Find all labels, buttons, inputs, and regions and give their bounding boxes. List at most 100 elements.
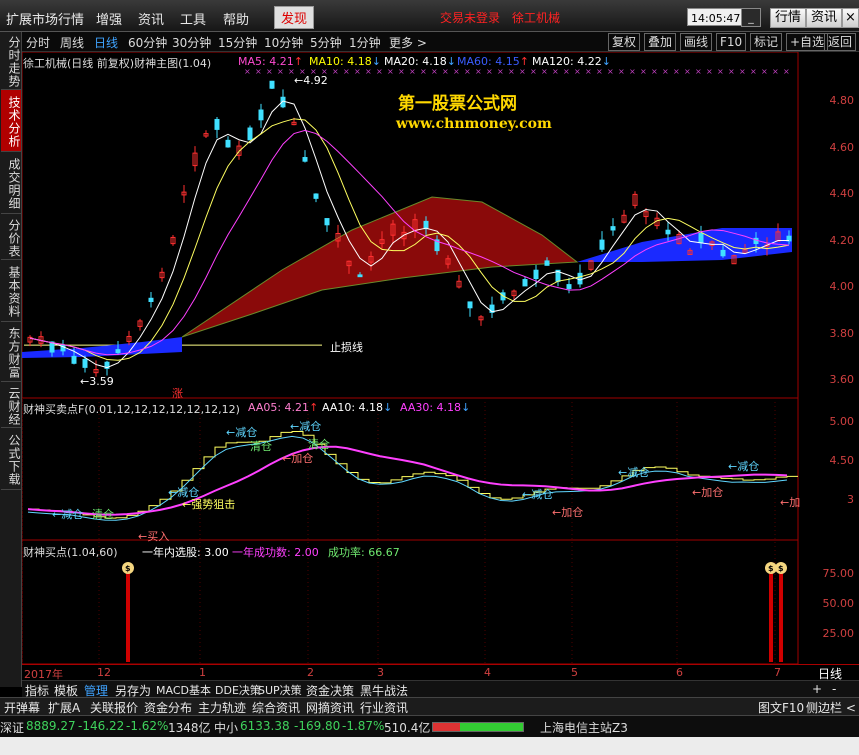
sub1-y-tick: 5.00 xyxy=(829,415,855,428)
macd-button[interactable]: MACD基本 xyxy=(156,682,211,698)
f10-graphic-button[interactable]: 图文F10 xyxy=(758,699,804,716)
marker-x: × xyxy=(651,67,658,76)
marker-x: × xyxy=(475,67,482,76)
marker-x: × xyxy=(244,67,251,76)
add-annotation: ←加仓 xyxy=(692,486,724,499)
candle-body xyxy=(225,139,231,148)
marker-x: × xyxy=(673,67,680,76)
period-intraday[interactable]: 分时 xyxy=(26,34,50,51)
main-y-tick: 4.20 xyxy=(829,234,855,247)
marker-x: × xyxy=(420,67,427,76)
x-tick-month: 6 xyxy=(676,666,683,679)
main-y-tick: 4.80 xyxy=(829,94,855,107)
menu-help[interactable]: 帮助 xyxy=(223,9,249,28)
period-daily[interactable]: 日线 xyxy=(94,34,118,51)
clear-annotation: 清仓 xyxy=(92,508,114,521)
marker-x: × xyxy=(772,67,779,76)
f10-button[interactable]: F10 xyxy=(716,33,747,51)
server-name: 上海电信主站Z3 xyxy=(540,721,628,735)
marker-x: × xyxy=(750,67,757,76)
index2-pct: -1.87% xyxy=(342,719,385,733)
x-tick-month: 3 xyxy=(377,666,384,679)
sidebar-toggle-button[interactable]: 侧边栏 < xyxy=(806,699,856,716)
candle-body xyxy=(258,109,264,121)
high-price-label: ←4.92 xyxy=(294,74,328,87)
marker-x: × xyxy=(596,67,603,76)
sidebar-tab-trades[interactable]: 成交明细 xyxy=(1,152,21,214)
index1-name: 深证 xyxy=(0,721,25,735)
marker-x: × xyxy=(761,67,768,76)
marker-x: × xyxy=(387,67,394,76)
quote-button[interactable]: 行情 xyxy=(770,8,807,28)
minimize-button[interactable]: _ xyxy=(741,8,761,27)
sidebar-tab-intraday[interactable]: 分时走势 xyxy=(1,32,21,90)
stop-loss-label: 止损线 xyxy=(330,341,363,354)
sidebar-tab-eastmoney[interactable]: 东方财富 xyxy=(1,322,21,382)
menu-extended-market[interactable]: 扩展市场行情 xyxy=(6,9,84,28)
x-tick-month: 12 xyxy=(97,666,111,679)
buy-annotation: ←买入 xyxy=(138,530,170,543)
candle-body xyxy=(82,358,88,368)
buy-signal-bar xyxy=(126,572,130,662)
marker-x: × xyxy=(343,67,350,76)
period-5min[interactable]: 5分钟 xyxy=(310,34,342,51)
period-30min[interactable]: 30分钟 xyxy=(172,34,211,51)
industry-news-button[interactable]: 行业资讯 xyxy=(360,699,408,716)
candle-body xyxy=(324,218,330,226)
strong-snipe-annotation: ←强势狙击 xyxy=(182,498,236,511)
candle-body xyxy=(247,127,253,141)
sidebar-tab-profile[interactable]: 基本资料 xyxy=(1,260,21,322)
stock-name-link[interactable]: 徐工机械 xyxy=(512,9,560,26)
period-15min[interactable]: 15分钟 xyxy=(218,34,257,51)
danmaku-button[interactable]: 开弹幕 xyxy=(4,699,40,716)
adjust-button[interactable]: 复权 xyxy=(608,33,641,51)
add-annotation: ←加仓 xyxy=(282,452,314,465)
dde-button[interactable]: DDE决策 xyxy=(215,682,261,698)
stats-success-rate: 成功率: 66.67 xyxy=(328,546,400,559)
digest-news-button[interactable]: 网摘资讯 xyxy=(306,699,354,716)
sidebar-tab-yuncaijing[interactable]: 云财经 xyxy=(1,382,21,428)
ma-band-red xyxy=(181,196,579,338)
zoom-in-button[interactable]: + xyxy=(812,682,822,696)
main-track-button[interactable]: 主力轨迹 xyxy=(198,699,246,716)
menu-enhance[interactable]: 增强 xyxy=(96,9,122,28)
fund-distribution-button[interactable]: 资金分布 xyxy=(144,699,192,716)
period-60min[interactable]: 60分钟 xyxy=(128,34,167,51)
menu-news[interactable]: 资讯 xyxy=(138,9,164,28)
discover-button[interactable]: 发现 xyxy=(274,6,315,29)
marker-x: × xyxy=(442,67,449,76)
period-weekly[interactable]: 周线 xyxy=(60,34,84,51)
sidebar-tab-formula-download[interactable]: 公式下载 xyxy=(1,428,21,490)
sidebar-tab-technical[interactable]: 技术分析 xyxy=(1,90,21,152)
draw-line-button[interactable]: 画线 xyxy=(680,33,713,51)
related-quote-button[interactable]: 关联报价 xyxy=(90,699,138,716)
sub1-y-tick: 3 xyxy=(847,493,854,506)
period-10min[interactable]: 10分钟 xyxy=(264,34,303,51)
marker-x: × xyxy=(706,67,713,76)
marker-x: × xyxy=(618,67,625,76)
chart-area[interactable]: × × × × × × × × × × × × × × × × × × × × × × × × × × × × × × × × × × × × × × × ×… xyxy=(22,52,859,680)
index1-change: -146.22 xyxy=(78,719,125,733)
close-button[interactable]: × xyxy=(842,8,859,28)
marker-x: × xyxy=(629,67,636,76)
general-news-button[interactable]: 综合资讯 xyxy=(252,699,300,716)
period-more[interactable]: 更多 > xyxy=(389,34,427,51)
sub1-title: 财神买卖点F(0.01,12,12,12,12,12,12,12) xyxy=(23,403,240,416)
back-button[interactable]: 返回 xyxy=(824,33,857,51)
zoom-out-button[interactable]: - xyxy=(832,682,836,696)
add-watchlist-button[interactable]: +自选 xyxy=(786,33,829,51)
period-1min[interactable]: 1分钟 xyxy=(349,34,381,51)
mark-button[interactable]: 标记 xyxy=(750,33,783,51)
trade-login-status[interactable]: 交易未登录 xyxy=(440,9,500,26)
x-tick-month: 7 xyxy=(774,666,781,679)
extended-a-button[interactable]: 扩展A xyxy=(48,699,80,716)
news-button[interactable]: 资讯 xyxy=(806,8,843,28)
x-tick-month: 4 xyxy=(484,666,491,679)
chart-canvas[interactable]: × × × × × × × × × × × × × × × × × × × × × × × × × × × × × × × × × × × × × × × ×… xyxy=(22,52,859,664)
menu-tools[interactable]: 工具 xyxy=(180,9,206,28)
aa05-label: AA05: 4.21↑ xyxy=(248,401,319,414)
sidebar-tab-price-table[interactable]: 分价表 xyxy=(1,214,21,260)
overlay-button[interactable]: 叠加 xyxy=(644,33,677,51)
marker-x: × xyxy=(486,67,493,76)
sup-button[interactable]: SUP决策 xyxy=(258,682,302,698)
